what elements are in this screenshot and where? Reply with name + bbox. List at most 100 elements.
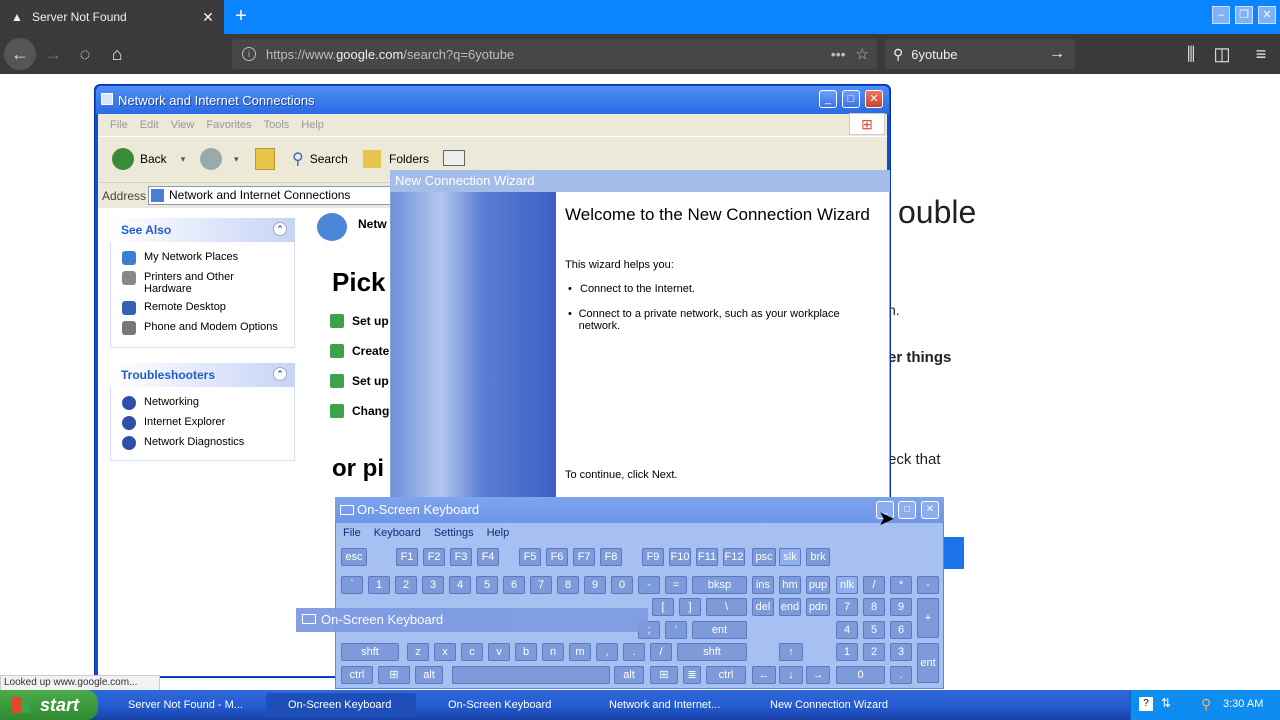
osk-key[interactable]: z [407, 643, 429, 661]
folders-toolbar-button[interactable]: Folders [363, 148, 429, 170]
browser-tab[interactable]: ▲ Server Not Found ✕ [0, 0, 224, 34]
osk-key[interactable]: 7 [530, 576, 552, 594]
search-toolbar-button[interactable]: ⚲ Search [292, 148, 348, 170]
back-button[interactable]: ← [4, 38, 36, 70]
osk-key[interactable]: [ [652, 598, 674, 616]
osk-key[interactable] [452, 666, 610, 684]
osk-key[interactable]: c [461, 643, 483, 661]
osk-key[interactable]: esc [341, 548, 367, 566]
collapse-icon[interactable]: ⌃ [273, 222, 287, 236]
search-tray-icon[interactable]: ⚲ [1201, 696, 1211, 713]
help-tray-icon[interactable]: ? [1139, 697, 1153, 711]
library-icon[interactable]: ⫼ [1176, 40, 1206, 68]
osk-key[interactable]: F2 [423, 548, 445, 566]
info-icon[interactable]: i [242, 47, 256, 61]
osk-key[interactable]: F10 [669, 548, 691, 566]
osk-key[interactable]: ent [692, 621, 747, 639]
url-bar[interactable]: i https://www. google.com/search?q=6yotub… [232, 39, 877, 69]
osk-key[interactable]: m [569, 643, 591, 661]
osk-key[interactable]: n [542, 643, 564, 661]
osk-key[interactable]: ↓ [779, 666, 803, 684]
osk-key[interactable]: pdn [806, 598, 830, 616]
osk-key[interactable]: ` [341, 576, 363, 594]
network-tray-icon[interactable]: ⇅ [1161, 696, 1171, 710]
osk-key[interactable]: 3 [422, 576, 444, 594]
osk-key[interactable]: - [917, 576, 939, 594]
search-go-icon[interactable]: → [1049, 45, 1065, 63]
osk-key[interactable]: F11 [696, 548, 718, 566]
osk-menu-keyboard[interactable]: Keyboard [374, 527, 421, 539]
osk-key[interactable]: F7 [573, 548, 595, 566]
osk-key[interactable]: 5 [863, 621, 885, 639]
osk-key[interactable]: ' [665, 621, 687, 639]
osk-key[interactable]: 0 [611, 576, 633, 594]
search-box[interactable]: ⚲ 6yotube → [885, 39, 1075, 69]
osk-key[interactable]: alt [415, 666, 443, 684]
osk-key[interactable]: ⊞ [378, 666, 410, 684]
osk-key[interactable]: . [623, 643, 645, 661]
osk-key[interactable]: F12 [723, 548, 745, 566]
osk-key[interactable]: 5 [476, 576, 498, 594]
osk-key[interactable]: 6 [890, 621, 912, 639]
stop-loading-icon[interactable]: ◌ [70, 40, 100, 68]
osk-key[interactable]: 7 [836, 598, 858, 616]
osk-key[interactable]: , [596, 643, 618, 661]
window-title-bar[interactable]: Network and Internet Connections [96, 86, 889, 114]
link-network-diagnostics[interactable]: Network Diagnostics [122, 436, 244, 450]
osk-menu-help[interactable]: Help [487, 527, 510, 539]
osk-key[interactable]: ctrl [341, 666, 373, 684]
page-actions-icon[interactable]: ••• [831, 46, 846, 62]
osk-maximize-button[interactable]: □ [898, 501, 916, 519]
osk-key[interactable]: nlk [836, 576, 858, 594]
osk-key[interactable]: bksp [692, 576, 747, 594]
xp-minimize-button[interactable]: _ [819, 90, 837, 108]
taskbar-item-osk-1[interactable]: On-Screen Keyboard [266, 693, 416, 717]
osk-key[interactable]: F5 [519, 548, 541, 566]
menu-icon[interactable]: ≡ [1246, 40, 1276, 68]
restore-window-button[interactable]: ❐ [1235, 6, 1253, 24]
osk-key[interactable]: ] [679, 598, 701, 616]
osk-key[interactable]: + [917, 598, 939, 638]
osk-key[interactable]: 6 [503, 576, 525, 594]
osk-key[interactable]: 3 [890, 643, 912, 661]
osk-key[interactable]: F3 [450, 548, 472, 566]
taskbar-item-osk-2[interactable]: On-Screen Keyboard [426, 693, 576, 717]
task-item[interactable]: Set up [330, 374, 389, 388]
task-item[interactable]: Change [330, 404, 396, 418]
osk-key[interactable]: 1 [836, 643, 858, 661]
menu-help[interactable]: Help [301, 119, 324, 131]
osk-key[interactable]: b [515, 643, 537, 661]
osk-key[interactable]: * [890, 576, 912, 594]
osk-key[interactable]: 2 [395, 576, 417, 594]
osk-key[interactable]: ins [752, 576, 774, 594]
osk-key[interactable]: F9 [642, 548, 664, 566]
xp-maximize-button[interactable]: □ [842, 90, 860, 108]
osk-key[interactable]: v [488, 643, 510, 661]
osk-key[interactable]: / [650, 643, 672, 661]
address-input[interactable]: Network and Internet Connections [148, 186, 398, 205]
osk-key[interactable]: end [779, 598, 801, 616]
home-icon[interactable]: ⌂ [102, 40, 132, 68]
wizard-title-bar[interactable]: New Connection Wizard [390, 170, 890, 192]
osk-key[interactable]: 1 [368, 576, 390, 594]
osk-key[interactable]: F4 [477, 548, 499, 566]
osk-close-button[interactable]: ✕ [921, 501, 939, 519]
osk-key[interactable]: F6 [546, 548, 568, 566]
xp-close-button[interactable]: ✕ [865, 90, 883, 108]
osk-key[interactable]: 9 [584, 576, 606, 594]
tab-close-icon[interactable]: ✕ [200, 9, 216, 26]
osk-key[interactable]: 0 [836, 666, 885, 684]
osk-key[interactable]: . [890, 666, 912, 684]
osk-key[interactable]: = [665, 576, 687, 594]
bookmark-star-icon[interactable]: ☆ [856, 45, 869, 63]
osk-key[interactable]: → [806, 666, 830, 684]
osk-menu-file[interactable]: File [343, 527, 361, 539]
back-toolbar-button[interactable]: Back ▾ [112, 148, 185, 170]
sidebar-icon[interactable]: ◫ [1207, 40, 1237, 68]
osk-key[interactable]: pup [806, 576, 830, 594]
osk-key[interactable]: psc [752, 548, 776, 566]
osk-title-bar[interactable]: On-Screen Keyboard [335, 497, 944, 523]
chevron-down-icon[interactable]: ▾ [234, 154, 239, 165]
osk-key[interactable]: x [434, 643, 456, 661]
osk-key[interactable]: 2 [863, 643, 885, 661]
